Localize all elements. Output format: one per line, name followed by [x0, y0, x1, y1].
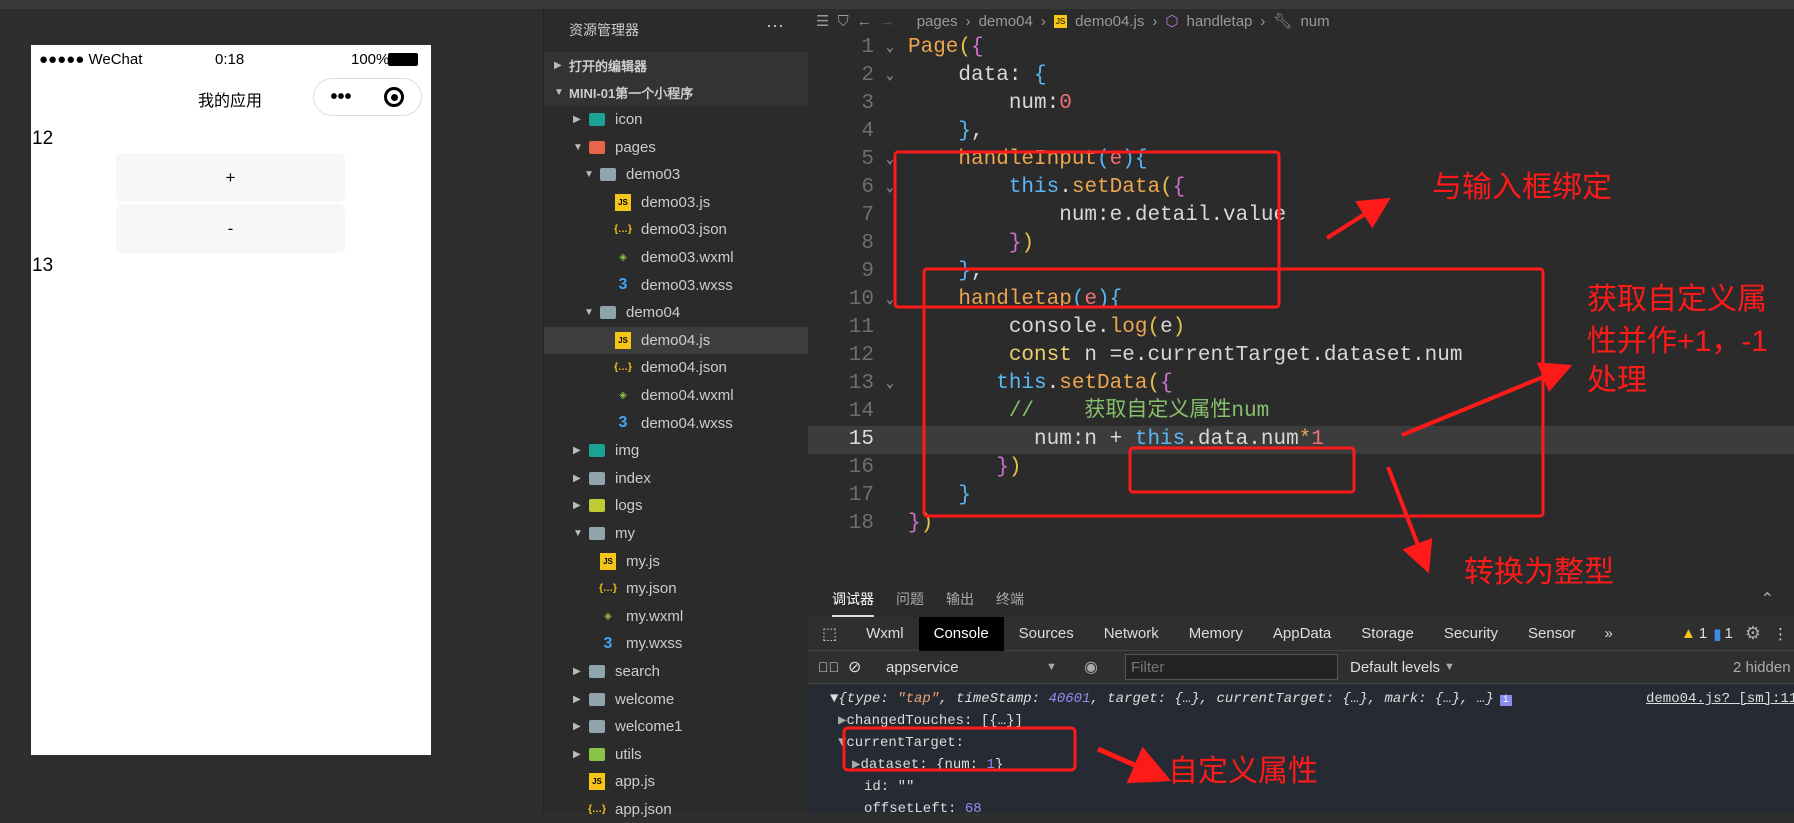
annotation-box-conversion [1128, 446, 1356, 494]
annotation-custom-attr-3: 处理 [1587, 364, 1647, 397]
annotation-bind-input: 与输入框绑定 [1432, 171, 1612, 204]
annotation-arrow [1325, 197, 1391, 240]
annotation-arrow [1096, 746, 1172, 784]
annotation-custom-attr-1: 获取自定义属 [1587, 283, 1767, 316]
annotation-custom-attribute: 自定义属性 [1168, 755, 1318, 788]
annotation-overlay [842, 150, 1573, 784]
annotation-box-dataset [842, 726, 1077, 772]
annotation-box-handleinput [893, 150, 1281, 309]
annotation-to-integer: 转换为整型 [1464, 556, 1614, 589]
annotation-arrow [1401, 362, 1573, 437]
annotation-custom-attr-2: 性并作+1，-1 [1587, 325, 1768, 358]
